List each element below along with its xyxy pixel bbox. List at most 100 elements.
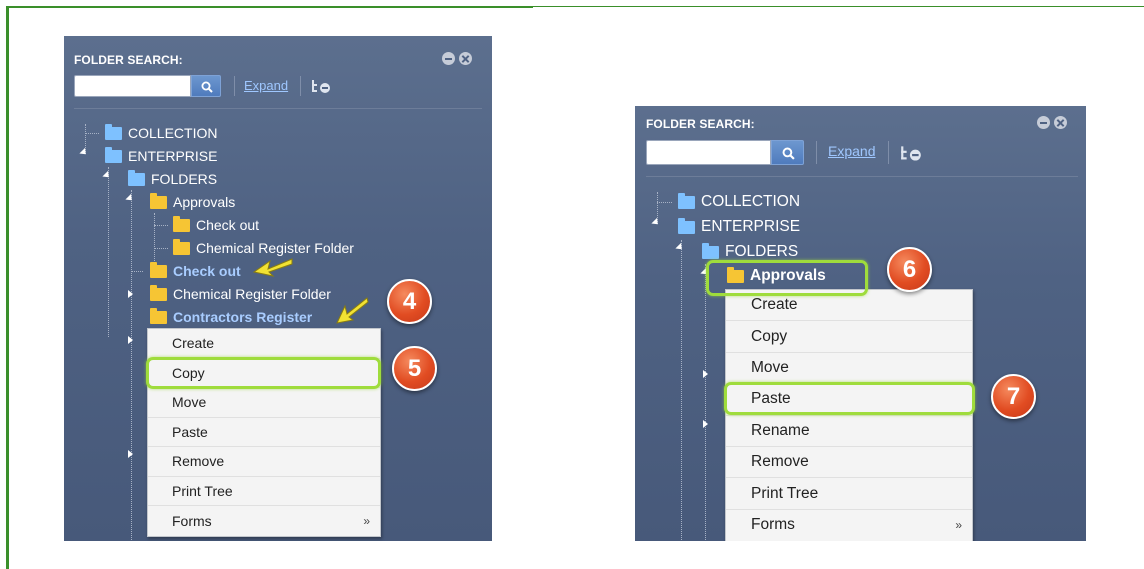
tree-node-collection[interactable]: COLLECTION <box>105 123 217 141</box>
minimize-icon[interactable] <box>442 52 455 65</box>
menu-item-label: Forms <box>172 512 212 529</box>
menu-item-label: Copy <box>751 327 788 345</box>
menu-item-label: Rename <box>751 421 810 439</box>
menu-item-label: Print Tree <box>751 484 819 502</box>
tree-node-folders[interactable]: FOLDERS <box>702 242 799 261</box>
panel-window-controls <box>442 52 472 65</box>
menu-item-remove[interactable]: Remove <box>726 447 972 479</box>
collapse-tree-icon[interactable] <box>899 145 923 163</box>
tree-node-approvals-check-out[interactable]: Check out <box>173 215 259 233</box>
tree-node-folders[interactable]: FOLDERS <box>128 169 218 187</box>
step-badge-6: 6 <box>887 247 932 292</box>
tree-collapsed-toggle-icon[interactable] <box>128 290 133 298</box>
tree-node-label: Contractors Register <box>173 309 313 325</box>
folder-icon <box>150 284 167 301</box>
menu-item-forms[interactable]: Forms » <box>148 506 380 536</box>
tree-expanded-toggle-icon[interactable] <box>651 217 661 228</box>
close-icon[interactable] <box>1054 116 1067 129</box>
folder-icon <box>678 192 695 209</box>
close-icon[interactable] <box>459 52 472 65</box>
menu-item-rename[interactable]: Rename <box>726 416 972 447</box>
menu-item-paste[interactable]: Paste <box>726 384 972 416</box>
search-icon <box>782 147 795 160</box>
menu-item-label: Print Tree <box>172 482 233 499</box>
tree-node-label: ENTERPRISE <box>701 218 801 235</box>
frame-border-top-right <box>533 6 1144 7</box>
tree-expanded-toggle-icon[interactable] <box>675 242 685 253</box>
panel-divider <box>646 176 1078 177</box>
tree-node-approvals[interactable]: Approvals <box>727 266 826 285</box>
tree-expanded-toggle-icon[interactable] <box>700 267 710 278</box>
minimize-icon[interactable] <box>1037 116 1050 129</box>
menu-item-copy[interactable]: Copy <box>726 321 972 353</box>
tree-node-check-out[interactable]: Check out <box>150 261 241 279</box>
yellow-arrow-pointer-icon <box>336 297 369 324</box>
tree-guide-line <box>85 133 99 134</box>
menu-item-paste[interactable]: Paste <box>148 418 380 447</box>
search-button[interactable] <box>771 140 804 165</box>
frame-border-left <box>6 6 9 569</box>
frame-border-top <box>6 6 533 8</box>
panel-divider <box>74 108 482 109</box>
submenu-arrow-icon: » <box>955 518 962 533</box>
tree-node-label: ENTERPRISE <box>128 148 218 164</box>
menu-item-label: Remove <box>172 453 225 470</box>
collapse-tree-icon[interactable] <box>310 79 332 95</box>
menu-item-move[interactable]: Move <box>726 353 972 385</box>
menu-item-create[interactable]: Create <box>148 329 380 359</box>
step-badge-5: 5 <box>392 346 437 391</box>
panel-title: FOLDER SEARCH: <box>646 117 755 131</box>
menu-item-label: Create <box>751 296 798 314</box>
submenu-arrow-icon: » <box>363 513 370 528</box>
tree-collapsed-toggle-icon[interactable] <box>703 370 708 378</box>
folder-search-input[interactable] <box>74 75 191 97</box>
context-menu: Create Copy Move Paste Remove Print Tree… <box>147 328 381 537</box>
toolbar-separator <box>300 76 301 96</box>
tree-guide-line <box>681 240 682 540</box>
search-button[interactable] <box>191 75 221 97</box>
tree-node-enterprise[interactable]: ENTERPRISE <box>105 146 218 164</box>
tree-collapsed-toggle-icon[interactable] <box>128 450 133 458</box>
tree-node-contractors-register[interactable]: Contractors Register <box>150 307 313 325</box>
folder-icon <box>702 242 719 259</box>
tree-expanded-toggle-icon[interactable] <box>79 147 89 158</box>
menu-item-print-tree[interactable]: Print Tree <box>726 478 972 510</box>
tree-node-enterprise[interactable]: ENTERPRISE <box>678 217 801 236</box>
tree-node-chemical-register[interactable]: Chemical Register Folder <box>150 284 331 302</box>
menu-item-move[interactable]: Move <box>148 388 380 418</box>
step-badge-4: 4 <box>387 279 432 324</box>
tree-expanded-toggle-icon[interactable] <box>125 193 135 204</box>
toolbar-separator <box>234 76 235 96</box>
step-badge-7: 7 <box>991 374 1036 419</box>
tree-node-approvals[interactable]: Approvals <box>150 192 235 210</box>
menu-item-create[interactable]: Create <box>726 290 972 322</box>
folder-icon <box>150 307 167 324</box>
menu-item-print-tree[interactable]: Print Tree <box>148 477 380 506</box>
menu-item-forms[interactable]: Forms » <box>726 510 972 541</box>
tree-guide-line <box>131 271 143 272</box>
toolbar-separator <box>888 141 889 164</box>
menu-item-copy[interactable]: Copy <box>148 359 380 388</box>
folder-icon <box>678 217 695 234</box>
menu-item-label: Move <box>172 394 207 411</box>
tree-node-label: Chemical Register Folder <box>173 286 331 302</box>
tree-collapsed-toggle-icon[interactable] <box>703 420 708 428</box>
menu-item-remove[interactable]: Remove <box>148 447 380 477</box>
folder-icon <box>150 192 167 209</box>
tree-node-label: Chemical Register Folder <box>196 240 354 256</box>
expand-link[interactable]: Expand <box>828 143 875 159</box>
folder-icon <box>150 261 167 278</box>
tree-node-collection[interactable]: COLLECTION <box>678 192 801 211</box>
tree-node-label: FOLDERS <box>725 243 799 260</box>
menu-item-label: Paste <box>751 390 791 408</box>
menu-item-label: Copy <box>172 364 205 381</box>
tree-collapsed-toggle-icon[interactable] <box>128 336 133 344</box>
tree-expanded-toggle-icon[interactable] <box>102 170 112 181</box>
menu-item-label: Forms <box>751 516 795 534</box>
tree-node-label: FOLDERS <box>151 171 218 187</box>
tree-node-label: Approvals <box>750 267 826 284</box>
tree-node-approvals-chemical-register[interactable]: Chemical Register Folder <box>173 238 354 256</box>
folder-search-input[interactable] <box>646 140 771 165</box>
expand-link[interactable]: Expand <box>244 78 288 93</box>
tree-node-label: COLLECTION <box>701 193 801 210</box>
